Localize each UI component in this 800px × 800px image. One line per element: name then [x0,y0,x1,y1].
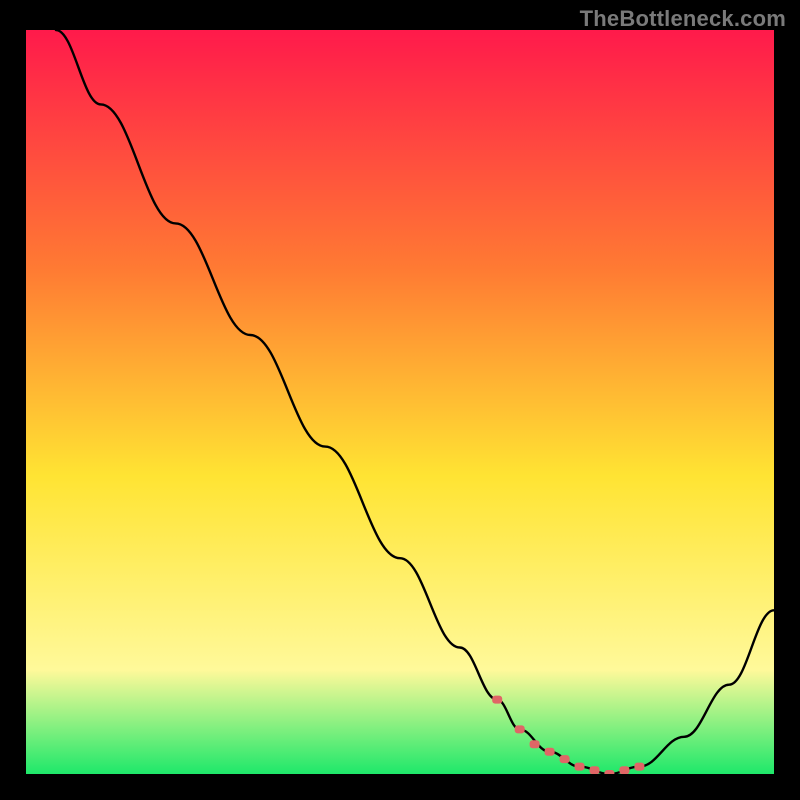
marker-dot [492,696,502,704]
marker-dot [530,740,540,748]
marker-dot [515,725,525,733]
chart-container: TheBottleneck.com [0,0,800,800]
marker-dot [634,763,644,771]
watermark-text: TheBottleneck.com [580,6,786,32]
marker-dot [590,766,600,774]
gradient-background [26,30,774,774]
marker-dot [604,770,614,774]
plot-area [26,30,774,774]
marker-dot [560,755,570,763]
marker-dot [619,766,629,774]
chart-svg [26,30,774,774]
marker-dot [575,763,585,771]
marker-dot [545,748,555,756]
